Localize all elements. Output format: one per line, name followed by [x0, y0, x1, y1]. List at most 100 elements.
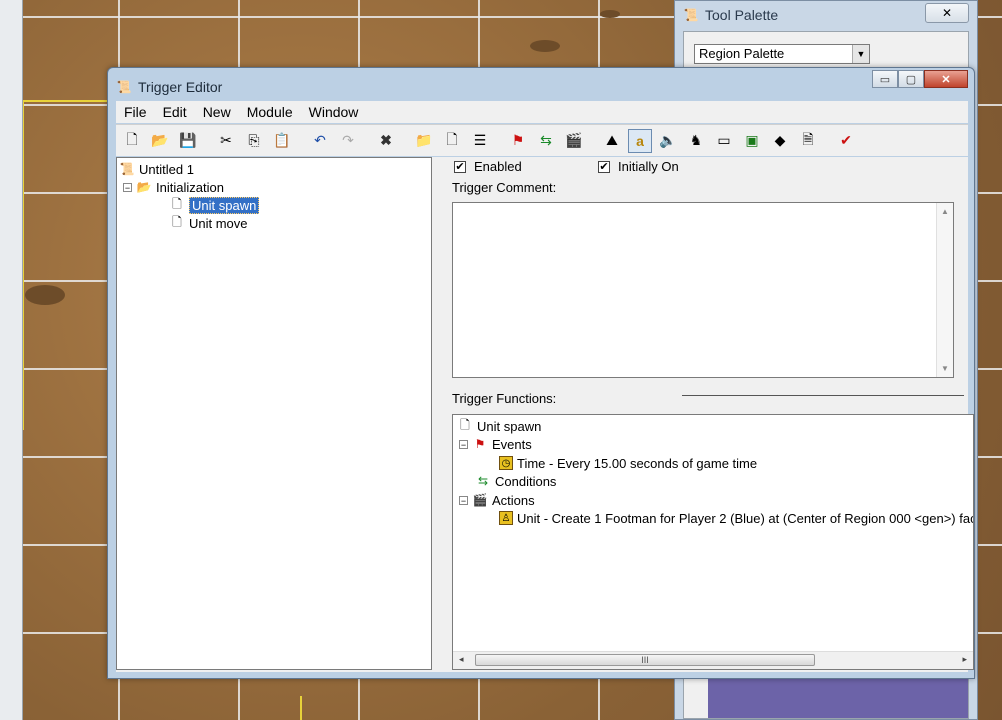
- collapse-icon[interactable]: −: [459, 439, 468, 449]
- redo-icon[interactable]: ↷: [336, 129, 360, 153]
- scroll-thumb[interactable]: III: [475, 654, 815, 666]
- object-icon[interactable]: a: [628, 128, 652, 153]
- undo-icon[interactable]: ↶: [308, 129, 332, 153]
- tool-palette-title: Tool Palette: [705, 7, 779, 23]
- open-icon[interactable]: 📂: [148, 129, 172, 153]
- toolbar: 🗋 📂 💾 ✂ ⎘ 📋 ↶ ↷ ✖ 📁 🗋 ☰ ⚑ ⇆ 🎬 ⛰ a 🔈 ♞ ▭ …: [116, 124, 968, 156]
- initially-on-checkbox-row[interactable]: ✔ Initially On: [598, 159, 679, 174]
- trigger-editor-window[interactable]: 📜 Trigger Editor ▭ ▢ ✕ File Edit New Mod…: [107, 67, 975, 679]
- event-text: Time - Every 15.00 seconds of game time: [517, 455, 758, 471]
- menu-window[interactable]: Window: [301, 104, 367, 120]
- new-category-icon[interactable]: 📁: [412, 129, 436, 153]
- minimize-button[interactable]: ▭: [872, 70, 898, 88]
- tree-root[interactable]: 📜 Untitled 1: [119, 160, 194, 178]
- trigger-details-pane: ✔ Enabled ✔ Initially On Trigger Comment…: [442, 157, 974, 670]
- enabled-checkbox-row[interactable]: ✔ Enabled: [454, 159, 522, 174]
- map-scroll-icon: 📜: [119, 162, 135, 176]
- save-icon[interactable]: 💾: [176, 129, 200, 153]
- test-map-icon[interactable]: ✔: [834, 129, 858, 153]
- pane-splitter[interactable]: [434, 157, 440, 670]
- window-controls: ▭ ▢ ✕: [872, 70, 968, 88]
- variable-icon[interactable]: 🗎: [796, 129, 820, 153]
- paste-icon[interactable]: 📋: [270, 129, 294, 153]
- trigger-comment-label: Trigger Comment:: [452, 180, 557, 195]
- unit-action-icon: ♙: [499, 511, 513, 525]
- tree-category-initialization[interactable]: − 📂 Initialization: [123, 178, 224, 196]
- palette-select[interactable]: Region Palette ▼: [694, 44, 870, 64]
- action-text: Unit - Create 1 Footman for Player 2 (Bl…: [517, 510, 973, 526]
- initially-on-label: Initially On: [618, 159, 679, 174]
- conditions-icon: ⇆: [477, 474, 489, 488]
- folder-icon: 📂: [136, 180, 152, 194]
- import-icon[interactable]: ◆: [768, 129, 792, 153]
- new-action-icon[interactable]: 🎬: [562, 129, 586, 153]
- scroll-icon: 📜: [683, 8, 699, 22]
- trigger-functions-tree[interactable]: 🗋 Unit spawn − ⚑ Events ◷ Time - Every 1…: [452, 414, 974, 670]
- comment-scrollbar[interactable]: ▲ ▼: [936, 203, 953, 377]
- clapperboard-icon: 🎬: [472, 493, 488, 507]
- ability-icon[interactable]: ▭: [712, 129, 736, 153]
- initially-on-checkbox[interactable]: ✔: [598, 160, 610, 173]
- menu-bar: File Edit New Module Window: [116, 101, 968, 123]
- copy-icon[interactable]: ⎘: [242, 129, 266, 153]
- scroll-up-icon[interactable]: ▲: [937, 207, 953, 216]
- conditions-label: Conditions: [495, 473, 557, 489]
- function-action-item[interactable]: ♙ Unit - Create 1 Footman for Player 2 (…: [499, 509, 973, 527]
- maximize-button[interactable]: ▢: [898, 70, 924, 88]
- collapse-icon[interactable]: −: [123, 182, 132, 192]
- new-condition-icon[interactable]: ⇆: [534, 129, 558, 153]
- trigger-editor-titlebar[interactable]: 📜 Trigger Editor: [116, 76, 223, 98]
- tree-trigger-label: Unit move: [189, 215, 248, 231]
- new-trigger-icon[interactable]: 🗋: [440, 129, 464, 153]
- function-events[interactable]: − ⚑ Events: [459, 435, 532, 453]
- collapse-icon[interactable]: −: [459, 495, 468, 505]
- delete-icon[interactable]: ✖: [374, 129, 398, 153]
- close-button[interactable]: ✕: [924, 70, 968, 88]
- palette-select-value: Region Palette: [699, 46, 785, 61]
- function-event-item[interactable]: ◷ Time - Every 15.00 seconds of game tim…: [499, 454, 757, 472]
- tree-trigger-unit-move[interactable]: 🗋 Unit move: [169, 214, 248, 232]
- actions-label: Actions: [492, 492, 535, 508]
- trigger-document-icon: 🗋: [460, 417, 470, 432]
- editor-client-area: 📜 Untitled 1 − 📂 Initialization 🗋 Unit s…: [116, 157, 974, 672]
- left-panel-strip: [0, 0, 23, 720]
- chevron-down-icon[interactable]: ▼: [852, 45, 869, 63]
- tree-trigger-unit-spawn[interactable]: 🗋 Unit spawn: [169, 196, 260, 214]
- function-actions[interactable]: − 🎬 Actions: [459, 491, 535, 509]
- unit-icon[interactable]: ♞: [684, 129, 708, 153]
- new-comment-icon[interactable]: ☰: [468, 129, 492, 153]
- scroll-right-icon[interactable]: ▸: [962, 654, 967, 665]
- function-trigger-label: Unit spawn: [477, 418, 542, 434]
- terrain-icon[interactable]: ⛰: [600, 129, 624, 153]
- menu-edit[interactable]: Edit: [155, 104, 195, 120]
- tool-palette-close-button[interactable]: ✕: [925, 3, 969, 23]
- menu-module[interactable]: Module: [239, 104, 301, 120]
- enabled-checkbox[interactable]: ✔: [454, 160, 466, 173]
- scroll-icon: 📜: [116, 80, 132, 94]
- cut-icon[interactable]: ✂: [214, 129, 238, 153]
- window-title: Trigger Editor: [138, 79, 223, 95]
- functions-horizontal-scrollbar[interactable]: ◂ III ▸: [453, 651, 973, 669]
- trigger-document-icon: 🗋: [172, 196, 182, 211]
- function-trigger-name[interactable]: 🗋 Unit spawn: [457, 417, 541, 435]
- new-icon[interactable]: 🗋: [120, 129, 144, 153]
- functions-divider: [682, 395, 964, 396]
- tree-root-label: Untitled 1: [139, 161, 194, 177]
- menu-file[interactable]: File: [116, 104, 155, 120]
- trigger-functions-label: Trigger Functions:: [452, 391, 557, 406]
- sound-icon[interactable]: 🔈: [656, 129, 680, 153]
- enabled-label: Enabled: [474, 159, 522, 174]
- clock-icon: ◷: [499, 456, 513, 470]
- trigger-tree-pane[interactable]: 📜 Untitled 1 − 📂 Initialization 🗋 Unit s…: [116, 157, 432, 670]
- trigger-document-icon: 🗋: [172, 214, 182, 229]
- function-conditions[interactable]: ⇆ Conditions: [475, 472, 556, 490]
- tree-category-label: Initialization: [156, 179, 224, 195]
- new-event-icon[interactable]: ⚑: [506, 129, 530, 153]
- trigger-comment-textarea[interactable]: ▲ ▼: [452, 202, 954, 378]
- item-icon[interactable]: ▣: [740, 129, 764, 153]
- tree-trigger-label: Unit spawn: [189, 196, 260, 214]
- flag-icon: ⚑: [474, 437, 486, 451]
- menu-new[interactable]: New: [195, 104, 239, 120]
- scroll-left-icon[interactable]: ◂: [459, 654, 464, 665]
- scroll-down-icon[interactable]: ▼: [937, 364, 953, 373]
